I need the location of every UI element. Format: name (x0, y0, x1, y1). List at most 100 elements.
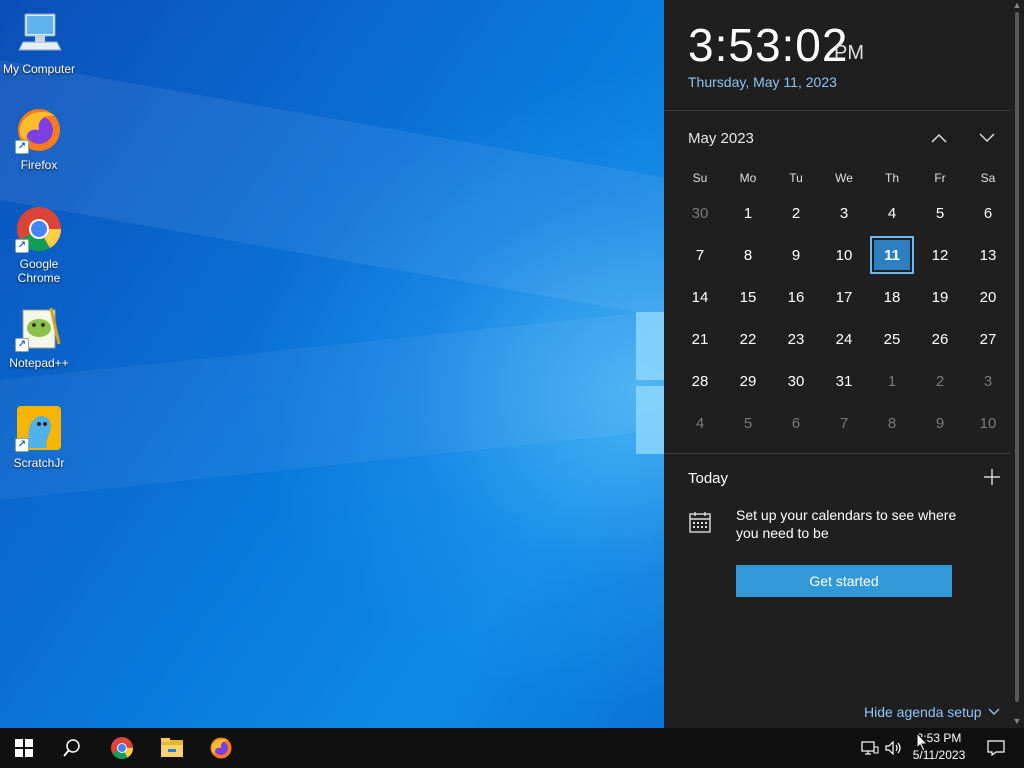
calendar-day[interactable]: 4 (676, 402, 724, 444)
desktop-icon-my-computer[interactable]: My Computer (0, 10, 78, 76)
scroll-up-arrow-icon[interactable]: ▲ (1012, 0, 1022, 10)
previous-month-button[interactable] (924, 124, 954, 152)
flyout-scrollbar[interactable]: ▲ ▼ (1010, 0, 1024, 728)
weekday-label: Fr (934, 171, 946, 185)
calendar-day[interactable]: 4 (868, 192, 916, 234)
calendar-day[interactable]: 8 (724, 234, 772, 276)
calendar-day[interactable]: 7 (820, 402, 868, 444)
desktop-icon-google-chrome[interactable]: ↗ Google Chrome (0, 205, 78, 285)
taskbar-chrome-button[interactable] (98, 728, 146, 768)
get-started-button[interactable]: Get started (736, 565, 952, 597)
weekday-label: Mo (739, 171, 757, 185)
calendar-day[interactable]: 28 (676, 360, 724, 402)
add-event-button[interactable] (982, 468, 1002, 488)
calendar-day[interactable]: 25 (868, 318, 916, 360)
scroll-down-arrow-icon[interactable]: ▼ (1012, 716, 1022, 726)
hide-agenda-setup-link[interactable]: Hide agenda setup (864, 704, 1000, 720)
calendar-day[interactable]: 20 (964, 276, 1012, 318)
calendar-day[interactable]: 27 (964, 318, 1012, 360)
scratchjr-icon: ↗ (15, 404, 63, 452)
action-center-button[interactable] (976, 728, 1016, 768)
weekday-label: Su (692, 171, 708, 185)
calendar-day[interactable]: 31 (820, 360, 868, 402)
calendar-day[interactable]: 12 (916, 234, 964, 276)
notepadpp-icon: ↗ (15, 304, 63, 352)
calendar-day-today[interactable]: 11 (868, 234, 916, 276)
desktop-icon-firefox[interactable]: ↗ Firefox (0, 106, 78, 172)
calendar-day[interactable]: 1 (724, 192, 772, 234)
chevron-up-icon (931, 133, 947, 143)
scrollbar-thumb[interactable] (1015, 12, 1019, 702)
calendar-day[interactable]: 18 (868, 276, 916, 318)
calendar-day[interactable]: 9 (772, 234, 820, 276)
calendar-day[interactable]: 29 (724, 360, 772, 402)
weekday-label: Tu (789, 171, 803, 185)
calendar-day[interactable]: 15 (724, 276, 772, 318)
search-button[interactable] (48, 728, 96, 768)
calendar-day[interactable]: 24 (820, 318, 868, 360)
computer-icon (15, 10, 63, 58)
calendar-day[interactable]: 1 (868, 360, 916, 402)
taskbar: 3:53 PM 5/11/2023 (0, 728, 1024, 768)
calendar-day[interactable]: 7 (676, 234, 724, 276)
flyout-clock-ampm: PM (834, 42, 864, 64)
calendar-day[interactable]: 19 (916, 276, 964, 318)
calendar-day[interactable]: 2 (916, 360, 964, 402)
calendar-day[interactable]: 16 (772, 276, 820, 318)
flyout-date-link[interactable]: Thursday, May 11, 2023 (688, 74, 837, 90)
calendar-day[interactable]: 23 (772, 318, 820, 360)
network-tray-button[interactable] (860, 738, 880, 758)
chrome-icon: ↗ (15, 205, 63, 253)
calendar-day[interactable]: 30 (676, 192, 724, 234)
calendar-week-row: 14 15 16 17 18 19 20 (676, 276, 1012, 318)
chevron-down-icon (979, 133, 995, 143)
desktop-icon-scratchjr[interactable]: ↗ ScratchJr (0, 404, 78, 470)
search-icon (63, 739, 80, 757)
notification-icon (987, 740, 1005, 756)
calendar-day[interactable]: 6 (964, 192, 1012, 234)
calendar-week-row: 4 5 6 7 8 9 10 (676, 402, 1012, 444)
calendar-week-row: 21 22 23 24 25 26 27 (676, 318, 1012, 360)
calendar-day[interactable]: 5 (724, 402, 772, 444)
volume-icon (885, 741, 901, 755)
weekday-label: Sa (980, 171, 996, 185)
calendar-week-row: 28 29 30 31 1 2 3 (676, 360, 1012, 402)
start-button[interactable] (0, 728, 48, 768)
chevron-down-icon (988, 708, 1000, 715)
calendar-day[interactable]: 9 (916, 402, 964, 444)
calendar-day[interactable]: 13 (964, 234, 1012, 276)
volume-tray-button[interactable] (884, 738, 904, 758)
calendar-day[interactable]: 21 (676, 318, 724, 360)
next-month-button[interactable] (972, 124, 1002, 152)
taskbar-firefox-button[interactable] (197, 728, 245, 768)
calendar-day[interactable]: 10 (820, 234, 868, 276)
desktop-icon-label: Firefox (20, 158, 58, 172)
calendar-week-row: 7 8 9 10 11 12 13 (676, 234, 1012, 276)
calendar-day[interactable]: 6 (772, 402, 820, 444)
calendar-day[interactable]: 14 (676, 276, 724, 318)
calendar-day[interactable]: 8 (868, 402, 916, 444)
calendar-day[interactable]: 2 (772, 192, 820, 234)
calendar-day[interactable]: 10 (964, 402, 1012, 444)
shortcut-arrow-icon: ↗ (15, 338, 29, 352)
desktop-icon-notepadpp[interactable]: ↗ Notepad++ (0, 304, 78, 370)
calendar-day[interactable]: 3 (820, 192, 868, 234)
calendar-month-label[interactable]: May 2023 (688, 130, 754, 147)
calendar-day[interactable]: 5 (916, 192, 964, 234)
calendar-icon (688, 510, 712, 534)
firefox-icon: ↗ (15, 106, 63, 154)
weekday-label: Th (884, 171, 899, 185)
mouse-cursor-icon (916, 732, 928, 752)
hide-agenda-label: Hide agenda setup (864, 704, 982, 720)
calendar-day[interactable]: 22 (724, 318, 772, 360)
calendar-day[interactable]: 30 (772, 360, 820, 402)
plus-icon (984, 469, 1000, 485)
calendar-day[interactable]: 3 (964, 360, 1012, 402)
shortcut-arrow-icon: ↗ (15, 438, 29, 452)
calendar-grid: Su Mo Tu We Th Fr Sa 30 1 2 3 4 5 6 7 8 … (676, 164, 1012, 444)
calendar-day[interactable]: 26 (916, 318, 964, 360)
wallpaper-light-beam (0, 60, 780, 338)
calendar-day[interactable]: 17 (820, 276, 868, 318)
desktop-icon-label: ScratchJr (13, 456, 65, 470)
taskbar-file-explorer-button[interactable] (148, 728, 196, 768)
